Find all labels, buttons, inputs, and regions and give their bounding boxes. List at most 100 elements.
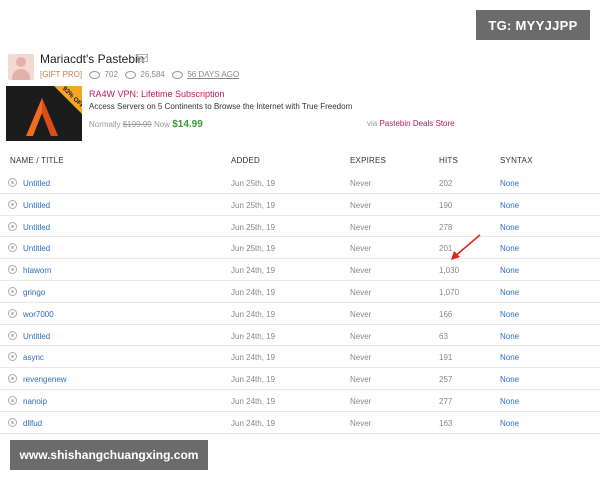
table-row[interactable]: htaworn Jun 24th, 19 Never 1,030 None [0,259,600,281]
paste-added: Jun 24th, 19 [231,396,276,406]
paste-syntax-link[interactable]: None [500,223,519,232]
old-price: $199.99 [122,120,152,129]
paste-expires: Never [350,418,372,428]
paste-syntax-link[interactable]: None [500,266,519,275]
paste-syntax-link[interactable]: None [500,310,519,319]
paste-expires: Never [350,222,372,232]
paste-title-link[interactable]: htaworn [23,266,51,275]
paste-added: Jun 24th, 19 [231,309,276,319]
globe-icon [8,352,17,362]
globe-icon [8,330,17,340]
paste-syntax-link[interactable]: None [500,201,519,210]
paste-syntax-link[interactable]: None [500,375,519,384]
paste-syntax-link[interactable]: None [500,332,519,341]
vpn-ad-image[interactable]: 93% OFF [6,86,82,141]
globe-icon [8,417,17,427]
globe-icon [8,286,17,296]
paste-syntax-link[interactable]: None [500,179,519,188]
store-link[interactable]: Pastebin Deals Store [379,119,454,128]
site-watermark: www.shishangchuangxing.com [10,440,208,470]
globe-icon [8,221,17,231]
globe-icon [8,243,17,253]
paste-added: Jun 24th, 19 [231,418,276,428]
paste-syntax-link[interactable]: None [500,353,519,362]
table-row[interactable]: Untitled Jun 25th, 19 Never 201 None [0,237,600,260]
paste-hits: 1,030 [439,266,460,276]
paste-title-link[interactable]: wor7000 [23,310,54,319]
paste-expires: Never [350,331,372,341]
paste-hits: 202 [439,179,453,188]
table-row[interactable]: Untitled Jun 25th, 19 Never 278 None [0,216,600,238]
paste-hits: 166 [439,309,453,319]
via-label: via [367,119,378,128]
paste-added: Jun 25th, 19 [231,222,276,232]
paste-title-link[interactable]: Untitled [23,201,50,210]
table-row[interactable]: nanoip Jun 24th, 19 Never 277 None [0,390,600,412]
red-arrow-icon [451,234,481,260]
pastes-count: 702 [104,70,118,79]
paste-title-link[interactable]: Untitled [23,223,50,232]
table-row[interactable]: wor7000 Jun 24th, 19 Never 166 None [0,303,600,325]
col-syntax[interactable]: SYNTAX [500,156,533,165]
paste-syntax-link[interactable]: None [500,397,519,406]
paste-title-link[interactable]: async [23,353,44,362]
profile-header: Mariacdt's Pastebin [GIFT PRO] 702 26,58… [8,52,448,82]
profile-name: Mariacdt's Pastebin [40,52,145,66]
paste-title-link[interactable]: Untitled [23,179,50,188]
views-icon [125,70,137,79]
paste-syntax-link[interactable]: None [500,244,519,253]
table-row[interactable]: revengenew Jun 24th, 19 Never 257 None [0,368,600,390]
paste-added: Jun 24th, 19 [231,266,276,276]
joined-date: 56 DAYS AGO [187,70,240,79]
paste-hits: 163 [439,418,453,428]
table-row[interactable]: Untitled Jun 25th, 19 Never 190 None [0,194,600,216]
profile-meta: [GIFT PRO] 702 26,584 56 DAYS AGO [40,70,239,79]
ad-title-link[interactable]: RA4W VPN: Lifetime Subscription [89,89,225,99]
table-header: NAME / TITLE ADDED EXPIRES HITS SYNTAX [0,150,600,172]
paste-syntax-link[interactable]: None [500,288,519,297]
globe-icon [8,265,17,275]
paste-syntax-link[interactable]: None [500,419,519,428]
paste-expires: Never [350,200,372,210]
ad-source: via Pastebin Deals Store [367,119,455,128]
paste-title-link[interactable]: dllfud [23,419,42,428]
table-row[interactable]: async Jun 24th, 19 Never 191 None [0,346,600,369]
table-row[interactable]: gringo Jun 24th, 19 Never 1,070 None [0,281,600,303]
paste-expires: Never [350,375,372,385]
paste-hits: 191 [439,353,453,363]
gift-pro-badge[interactable]: [GIFT PRO] [40,70,82,79]
paste-title-link[interactable]: Untitled [23,244,50,253]
now-label: Now [153,120,170,129]
paste-added: Jun 25th, 19 [231,244,276,254]
paste-hits: 190 [439,200,453,210]
new-price: $14.99 [172,119,203,130]
table-row[interactable]: dllfud Jun 24th, 19 Never 163 None [0,412,600,434]
paste-added: Jun 24th, 19 [231,375,276,385]
table-row[interactable]: Untitled Jun 25th, 19 Never 202 None [0,172,600,194]
paste-title-link[interactable]: revengenew [23,375,67,384]
paste-hits: 257 [439,375,453,385]
paste-added: Jun 24th, 19 [231,331,276,341]
mail-icon[interactable] [137,54,148,62]
globe-icon [8,374,17,384]
table-row[interactable]: Untitled Jun 24th, 19 Never 63 None [0,325,600,347]
paste-expires: Never [350,353,372,363]
paste-added: Jun 24th, 19 [231,353,276,363]
paste-title-link[interactable]: Untitled [23,332,50,341]
col-hits[interactable]: HITS [439,156,458,165]
paste-added: Jun 24th, 19 [231,287,276,297]
paste-title-link[interactable]: gringo [23,288,45,297]
col-expires[interactable]: EXPIRES [350,156,386,165]
paste-hits: 63 [439,331,448,341]
calendar-icon [172,70,184,79]
paste-expires: Never [350,309,372,319]
paste-expires: Never [350,396,372,406]
pastes-icon [89,70,101,79]
paste-expires: Never [350,244,372,254]
paste-title-link[interactable]: nanoip [23,397,47,406]
globe-icon [8,308,17,318]
paste-hits: 277 [439,396,453,406]
col-added[interactable]: ADDED [231,156,260,165]
avatar[interactable] [8,54,34,80]
col-name-title[interactable]: NAME / TITLE [10,156,64,165]
